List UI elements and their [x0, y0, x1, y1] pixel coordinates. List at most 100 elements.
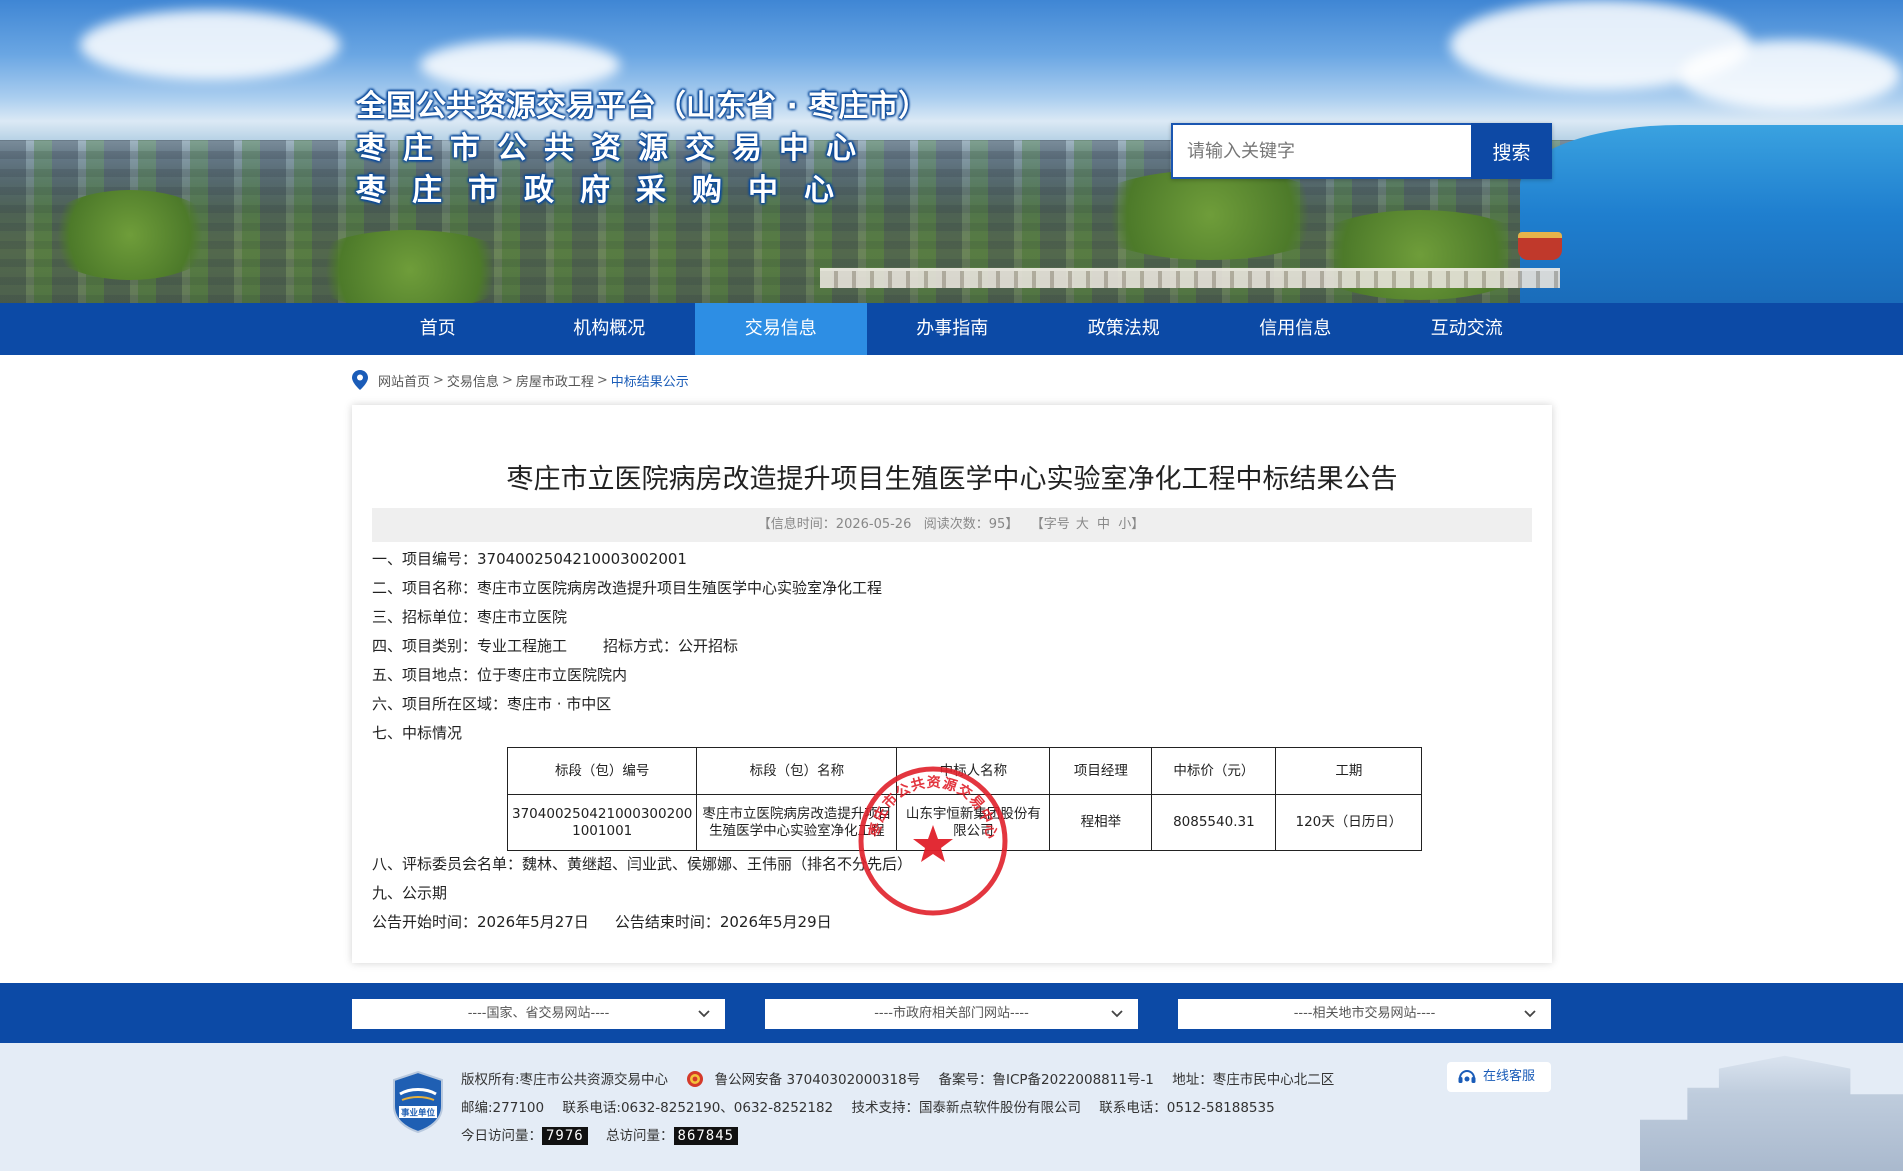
footer-castle-illustration: [1640, 1055, 1903, 1171]
table-row: 370400250421000300200 1001001 枣庄市立医院病房改造…: [506, 794, 1423, 851]
table-header: 标段（包）名称: [696, 747, 898, 795]
breadcrumb-home[interactable]: 网站首页: [378, 371, 430, 390]
project-type: 四、项目类别：专业工程施工: [372, 637, 568, 655]
bid-method: 招标方式：公开招标: [603, 637, 739, 655]
line-project-location: 五、项目地点：位于枣庄市立医院院内: [372, 666, 628, 684]
site-title-line3: 枣庄市政府采购中心: [356, 173, 860, 208]
font-size-medium[interactable]: 中: [1097, 517, 1110, 532]
line-project-region: 六、项目所在区域：枣庄市 · 市中区: [372, 695, 612, 713]
boat: [1518, 232, 1562, 260]
footer-copyright: 版权所有:枣庄市公共资源交易中心: [461, 1072, 669, 1088]
table-header: 标段（包）编号: [506, 747, 698, 795]
nav-item-policy[interactable]: 政策法规: [1038, 303, 1210, 355]
breadcrumb-separator: >: [596, 372, 608, 388]
footer-tech-support: 技术支持：国泰新点软件股份有限公司: [851, 1100, 1081, 1116]
total-visits-label: 总访问量：: [606, 1128, 674, 1144]
badge-text: 事业单位: [401, 1108, 436, 1119]
table-header: 中标价（元）: [1151, 747, 1277, 795]
nav-item-guide[interactable]: 办事指南: [867, 303, 1039, 355]
bridge: [820, 268, 1560, 288]
meta-views-value: 95】: [988, 517, 1019, 532]
chevron-down-icon: [698, 1010, 710, 1018]
table-cell: 120天（日历日）: [1275, 794, 1423, 851]
site-title-line2: 枣庄市公共资源交易中心: [356, 131, 873, 166]
meta-time-label: 【信息时间：: [757, 517, 836, 532]
site-title-line1: 全国公共资源交易平台（山东省 · 枣庄市）: [356, 89, 929, 124]
article-title: 枣庄市立医院病房改造提升项目生殖医学中心实验室净化工程中标结果公告: [506, 464, 1398, 495]
article-meta: 【信息时间：2026-05-26 阅读次数：95】 【字号 大 中 小】: [372, 508, 1532, 542]
breadcrumb-housing[interactable]: 房屋市政工程: [516, 371, 594, 390]
table-header: 项目经理: [1049, 747, 1153, 795]
article-card: 枣庄市立医院病房改造提升项目生殖医学中心实验室净化工程中标结果公告 【信息时间：…: [352, 405, 1552, 963]
table-cell: 程相举: [1049, 794, 1153, 851]
select-city-departments[interactable]: ----市政府相关部门网站----: [765, 999, 1138, 1029]
meta-views-label: 阅读次数：: [923, 517, 989, 532]
table-cell: 枣庄市立医院病房改造提升项目生殖医学中心实验室净化工程: [696, 794, 898, 851]
line-tenderer: 三、招标单位：枣庄市立医院: [372, 608, 568, 626]
select-national-sites-label: ----国家、省交易网站----: [467, 1006, 610, 1021]
footer-police-record[interactable]: 鲁公网安备 37040302000318号: [715, 1072, 921, 1088]
headset-icon: [1458, 1070, 1476, 1083]
total-visits-counter: 867845: [673, 1127, 739, 1145]
footer-icp[interactable]: 备案号：鲁ICP备2022008811号-1: [939, 1072, 1154, 1088]
notice-end: 公告结束时间：2026年5月29日: [614, 913, 832, 931]
search-box: 搜索: [1171, 123, 1552, 179]
article-content: 一、项目编号：370400250421000300200​1 二、项目名称：枣庄…: [372, 545, 1532, 748]
nav-item-home[interactable]: 首页: [352, 303, 524, 355]
today-visits-label: 今日访问量：: [461, 1128, 542, 1144]
breadcrumb-trading-info[interactable]: 交易信息: [447, 371, 499, 390]
select-city-trading-sites[interactable]: ----相关地市交易网站----: [1178, 999, 1551, 1029]
select-city-trading-sites-label: ----相关地市交易网站----: [1293, 1006, 1436, 1021]
nav-item-interaction[interactable]: 互动交流: [1381, 303, 1553, 355]
table-header: 工期: [1275, 747, 1423, 795]
meta-font-label: 【字号: [1030, 517, 1070, 532]
nav-item-trading-info[interactable]: 交易信息: [695, 303, 867, 355]
main-nav: 首页 机构概况 交易信息 办事指南 政策法规 信用信息 互动交流: [0, 303, 1903, 355]
search-input[interactable]: [1171, 123, 1471, 179]
table-header-row: 标段（包）编号 标段（包）名称 中标人名称 项目经理 中标价（元） 工期: [506, 747, 1423, 795]
footer-row-1: 版权所有:枣庄市公共资源交易中心 鲁公网安备 37040302000318号 备…: [461, 1068, 1334, 1088]
meta-time-value: 2026-05-26: [835, 517, 912, 532]
article-content-after: 八、评标委员会名单：魏林、黄继超、闫业武、侯娜娜、王伟丽（排名不分先后） 九、公…: [372, 850, 912, 937]
font-size-small[interactable]: 小】: [1118, 517, 1144, 532]
site-title: 全国公共资源交易平台（山东省 · 枣庄市） 枣庄市公共资源交易中心 枣庄市政府采…: [356, 86, 928, 212]
header-banner: 全国公共资源交易平台（山东省 · 枣庄市） 枣庄市公共资源交易中心 枣庄市政府采…: [0, 0, 1903, 303]
online-service-button[interactable]: 在线客服: [1447, 1062, 1551, 1092]
breadcrumb-separator: >: [501, 372, 513, 388]
line-notice-dates: 公告开始时间：2026年5月27日 公告结束时间：2026年5月29日: [372, 908, 912, 937]
select-city-departments-label: ----市政府相关部门网站----: [874, 1006, 1029, 1021]
line-award-heading: 七、中标情况: [372, 724, 463, 742]
line-notice-period: 九、公示期: [372, 884, 448, 902]
notice-start: 公告开始时间：2026年5月27日: [372, 913, 589, 931]
lake: [1520, 125, 1903, 303]
select-national-sites[interactable]: ----国家、省交易网站----: [352, 999, 725, 1029]
nav-item-credit[interactable]: 信用信息: [1210, 303, 1382, 355]
line-committee: 八、评标委员会名单：魏林、黄继超、闫业武、侯娜娜、王伟丽（排名不分先后）: [372, 855, 913, 873]
footer-address: 地址：枣庄市民中心北二区: [1172, 1072, 1335, 1088]
award-table: 标段（包）编号 标段（包）名称 中标人名称 项目经理 中标价（元） 工期 370…: [506, 747, 1423, 851]
chevron-down-icon: [1111, 1010, 1123, 1018]
footer-postcode: 邮编:277100: [461, 1100, 545, 1116]
online-service-label: 在线客服: [1483, 1069, 1536, 1084]
line-project-name: 二、项目名称：枣庄市立医院病房改造提升项目生殖医学中心实验室净化工程: [372, 579, 883, 597]
table-cell: 山东宇恒新集团股份有限公司: [896, 794, 1051, 851]
font-size-large[interactable]: 大: [1076, 517, 1089, 532]
table-cell: 370400250421000300200 1001001: [506, 794, 698, 851]
breadcrumb-separator: >: [433, 372, 444, 388]
line-project-code: 一、项目编号：370400250421000300200​1: [372, 550, 687, 568]
nav-item-about[interactable]: 机构概况: [524, 303, 696, 355]
public-institution-badge-icon[interactable]: 事业单位: [392, 1070, 444, 1134]
location-pin-icon: [352, 370, 368, 390]
footer: 事业单位 版权所有:枣庄市公共资源交易中心 鲁公网安备 370403020003…: [0, 1043, 1903, 1171]
footer-contact: 联系电话：0512-58188535: [1099, 1100, 1275, 1116]
search-button[interactable]: 搜索: [1471, 123, 1552, 179]
related-links-bar: ----国家、省交易网站---- ----市政府相关部门网站---- ----相…: [0, 983, 1903, 1043]
table-header: 中标人名称: [896, 747, 1051, 795]
footer-row-2: 邮编:277100 联系电话:0632-8252190、0632-8252182…: [461, 1096, 1275, 1116]
chevron-down-icon: [1524, 1010, 1536, 1018]
breadcrumb-current[interactable]: 中标结果公示: [611, 371, 689, 390]
footer-phone: 联系电话:0632-8252190、0632-8252182: [562, 1100, 834, 1116]
table-cell: 8085540.31: [1151, 794, 1277, 851]
police-emblem-icon: [687, 1071, 704, 1087]
today-visits-counter: 7976: [542, 1127, 588, 1145]
